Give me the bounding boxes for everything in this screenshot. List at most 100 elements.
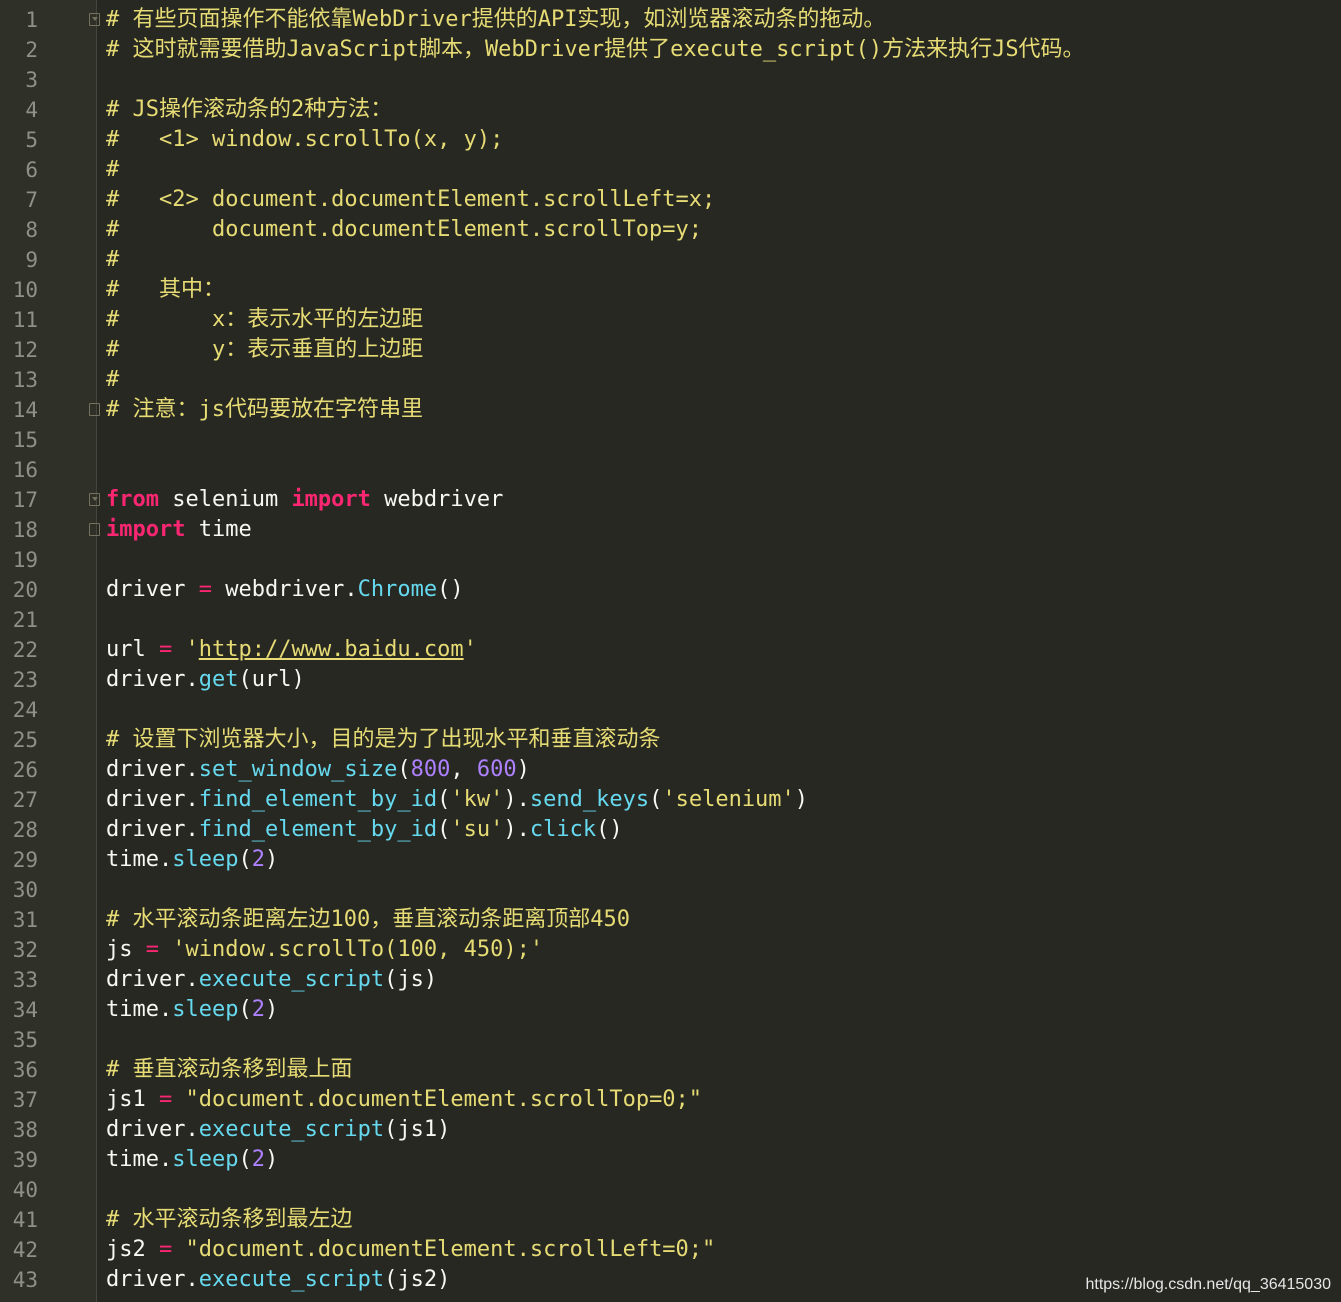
code-token: # <1> window.scrollTo(x, y); <box>106 127 504 152</box>
code-line[interactable]: 35 <box>0 1025 1341 1055</box>
code-line[interactable]: 36 # 垂直滚动条移到最上面 <box>0 1055 1341 1085</box>
code-token: sleep <box>172 847 239 872</box>
code-line[interactable]: 6 # <box>0 155 1341 185</box>
code-token: sleep <box>172 1147 239 1172</box>
code-line[interactable]: 26 driver.set_window_size(800, 600) <box>0 755 1341 785</box>
code-token: (js1) <box>384 1117 451 1142</box>
code-line[interactable]: 28 driver.find_element_by_id('su').click(… <box>0 815 1341 845</box>
code-line[interactable]: 19 <box>0 545 1341 575</box>
code-token: driver. <box>106 967 199 992</box>
code-line[interactable]: 3 <box>0 65 1341 95</box>
code-text: driver.get(url) <box>106 665 305 695</box>
code-token: ) <box>264 997 279 1022</box>
code-line[interactable]: 30 <box>0 875 1341 905</box>
code-line[interactable]: 27 driver.find_element_by_id('kw').send_k… <box>0 785 1341 815</box>
code-line[interactable]: 33 driver.execute_script(js) <box>0 965 1341 995</box>
code-text: # 水平滚动条距离左边100，垂直滚动条距离顶部450 <box>106 905 630 935</box>
code-line[interactable]: 11 # x：表示水平的左边距 <box>0 305 1341 335</box>
line-number: 25 <box>12 728 38 752</box>
code-line[interactable]: 24 <box>0 695 1341 725</box>
code-text: time.sleep(2) <box>106 995 278 1025</box>
code-token: # document.documentElement.scrollTop=y; <box>106 217 703 242</box>
code-token: send_keys <box>529 787 650 812</box>
code-token: sleep <box>172 997 239 1022</box>
line-number: 5 <box>25 128 38 152</box>
code-token: webdriver <box>370 487 504 512</box>
line-number: 26 <box>12 758 38 782</box>
code-text: # 这时就需要借助JavaScript脚本，WebDriver提供了execut… <box>106 35 1085 65</box>
code-line[interactable]: 9 # <box>0 245 1341 275</box>
code-text: time.sleep(2) <box>106 1145 278 1175</box>
code-line[interactable]: 21 <box>0 605 1341 635</box>
code-line[interactable]: 38 driver.execute_script(js1) <box>0 1115 1341 1145</box>
line-number: 31 <box>12 908 38 932</box>
fold-end-icon[interactable] <box>89 403 100 416</box>
code-token: ' <box>172 637 199 662</box>
code-text: url = 'http://www.baidu.com' <box>106 635 477 665</box>
code-line[interactable]: 2 # 这时就需要借助JavaScript脚本，WebDriver提供了execu… <box>0 35 1341 65</box>
line-number: 34 <box>12 998 38 1022</box>
code-token: 800 <box>410 757 451 782</box>
code-text: # 水平滚动条移到最左边 <box>106 1205 353 1235</box>
code-editor[interactable]: 1 # 有些页面操作不能依靠WebDriver提供的API实现，如浏览器滚动条的拖… <box>0 0 1341 1302</box>
code-token: driver. <box>106 1117 199 1142</box>
fold-end-icon[interactable] <box>89 523 100 536</box>
line-number: 7 <box>25 188 38 212</box>
fold-collapse-icon[interactable] <box>89 13 100 26</box>
code-line[interactable]: 31 # 水平滚动条距离左边100，垂直滚动条距离顶部450 <box>0 905 1341 935</box>
code-line[interactable]: 39 time.sleep(2) <box>0 1145 1341 1175</box>
fold-collapse-icon[interactable] <box>89 493 100 506</box>
code-token: # <box>106 247 120 272</box>
line-number: 24 <box>12 698 38 722</box>
code-token: ( <box>238 997 252 1022</box>
code-line[interactable]: 16 <box>0 455 1341 485</box>
code-token: url <box>106 637 159 662</box>
code-token: from <box>106 487 159 512</box>
code-line[interactable]: 40 <box>0 1175 1341 1205</box>
code-line[interactable]: 37 js1 = "document.documentElement.scroll… <box>0 1085 1341 1115</box>
code-token: time <box>185 517 252 542</box>
code-line[interactable]: 17 from selenium import webdriver <box>0 485 1341 515</box>
code-line[interactable]: 25 # 设置下浏览器大小，目的是为了出现水平和垂直滚动条 <box>0 725 1341 755</box>
line-number: 18 <box>12 518 38 542</box>
code-token: ). <box>503 787 530 812</box>
code-text: driver.execute_script(js1) <box>106 1115 450 1145</box>
code-token: = <box>145 937 159 962</box>
code-token: # 水平滚动条距离左边100，垂直滚动条距离顶部450 <box>106 907 630 932</box>
code-token: ( <box>437 787 451 812</box>
line-number: 39 <box>12 1148 38 1172</box>
code-line[interactable]: 32 js = 'window.scrollTo(100, 450);' <box>0 935 1341 965</box>
code-line[interactable]: 1 # 有些页面操作不能依靠WebDriver提供的API实现，如浏览器滚动条的拖… <box>0 5 1341 35</box>
code-line[interactable]: 12 # y：表示垂直的上边距 <box>0 335 1341 365</box>
code-line[interactable]: 8 # document.documentElement.scrollTop=y; <box>0 215 1341 245</box>
code-line[interactable]: 22 url = 'http://www.baidu.com' <box>0 635 1341 665</box>
code-line[interactable]: 34 time.sleep(2) <box>0 995 1341 1025</box>
code-line[interactable]: 13 # <box>0 365 1341 395</box>
code-line[interactable]: 41 # 水平滚动条移到最左边 <box>0 1205 1341 1235</box>
code-token: ' <box>463 637 477 662</box>
line-number: 1 <box>25 8 38 32</box>
code-token: selenium <box>158 487 292 512</box>
code-line[interactable]: 5 # <1> window.scrollTo(x, y); <box>0 125 1341 155</box>
code-token: ( <box>437 817 451 842</box>
line-number: 8 <box>25 218 38 242</box>
code-line[interactable]: 20 driver = webdriver.Chrome() <box>0 575 1341 605</box>
code-token: "document.documentElement.scrollLeft=0;" <box>185 1237 716 1262</box>
code-token: # 设置下浏览器大小，目的是为了出现水平和垂直滚动条 <box>106 727 661 752</box>
code-token: = <box>158 1237 173 1262</box>
line-number: 15 <box>12 428 38 452</box>
code-line[interactable]: 14 # 注意：js代码要放在字符串里 <box>0 395 1341 425</box>
code-line[interactable]: 29 time.sleep(2) <box>0 845 1341 875</box>
code-token: driver. <box>106 667 199 692</box>
code-line[interactable]: 4 # JS操作滚动条的2种方法： <box>0 95 1341 125</box>
code-line[interactable]: 10 # 其中： <box>0 275 1341 305</box>
code-line[interactable]: 42 js2 = "document.documentElement.scroll… <box>0 1235 1341 1265</box>
line-number: 6 <box>25 158 38 182</box>
code-token: click <box>529 817 597 842</box>
code-line[interactable]: 15 <box>0 425 1341 455</box>
code-line[interactable]: 7 # <2> document.documentElement.scrollLe… <box>0 185 1341 215</box>
code-line[interactable]: 18 import time <box>0 515 1341 545</box>
code-line[interactable]: 23 driver.get(url) <box>0 665 1341 695</box>
code-token: js <box>106 937 146 962</box>
